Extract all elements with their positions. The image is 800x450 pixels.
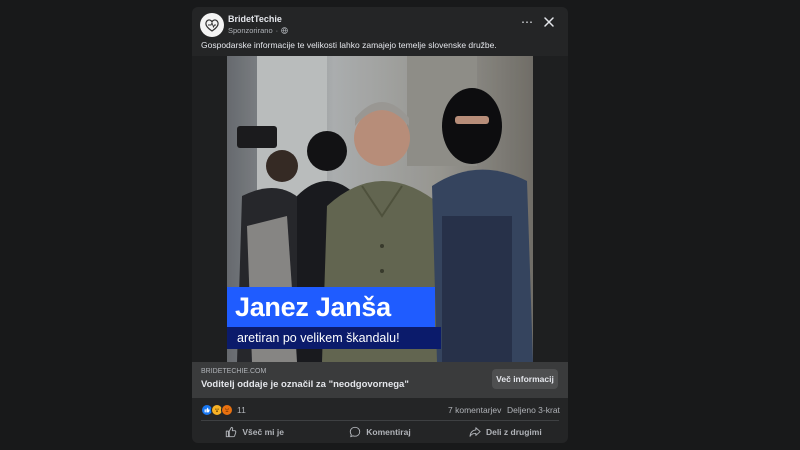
angry-icon: [221, 404, 233, 416]
post-stats: 11 7 komentarjev Deljeno 3-krat: [192, 400, 568, 418]
post-actions: Všeč mi je Komentiraj Deli z drugimi: [192, 421, 568, 443]
heart-logo-icon: [205, 19, 219, 32]
more-options-icon[interactable]: ⋯: [521, 16, 534, 28]
like-button[interactable]: Všeč mi je: [192, 421, 317, 443]
subheadline-banner: aretiran po velikem škandalu!: [227, 327, 441, 349]
globe-icon: [281, 27, 288, 34]
learn-more-button[interactable]: Več informacij: [492, 369, 558, 389]
meta-separator: ·: [275, 26, 279, 35]
link-preview[interactable]: BRIDETECHIE.COM Voditelj oddaje je označ…: [192, 362, 568, 398]
headline-text: Janez Janša: [235, 291, 391, 322]
sponsored-post: BridetTechie Sponzorirano · ⋯ Gospodarsk…: [192, 7, 568, 443]
page-avatar[interactable]: [200, 13, 224, 37]
share-count[interactable]: Deljeno 3-krat: [507, 405, 560, 415]
link-title[interactable]: Voditelj oddaje je označil za "neodgovor…: [201, 379, 409, 390]
news-photo[interactable]: Janez Janša aretiran po velikem škandalu…: [227, 56, 533, 362]
comment-button[interactable]: Komentiraj: [317, 421, 442, 443]
post-meta: Sponzorirano ·: [228, 26, 288, 35]
reaction-count: 11: [237, 405, 246, 415]
post-header: BridetTechie Sponzorirano · ⋯: [192, 7, 568, 41]
close-icon[interactable]: [542, 15, 556, 29]
sponsored-label[interactable]: Sponzorirano: [228, 26, 273, 35]
reactions-summary[interactable]: 11: [201, 404, 246, 416]
link-domain: BRIDETECHIE.COM: [201, 368, 267, 375]
like-label: Všeč mi je: [242, 427, 284, 437]
share-button[interactable]: Deli z drugimi: [443, 421, 568, 443]
comment-count[interactable]: 7 komentarjev: [448, 405, 501, 415]
post-caption: Gospodarske informacije te velikosti lah…: [201, 40, 497, 50]
subheadline-text: aretiran po velikem škandalu!: [237, 331, 400, 345]
share-arrow-icon: [469, 427, 481, 437]
thumbs-up-icon: [226, 426, 237, 438]
post-media[interactable]: Janez Janša aretiran po velikem škandalu…: [192, 56, 568, 362]
comment-label: Komentiraj: [366, 427, 411, 437]
comment-icon: [350, 426, 361, 438]
headline-banner: Janez Janša: [227, 287, 435, 327]
page-name[interactable]: BridetTechie: [228, 14, 282, 24]
share-label: Deli z drugimi: [485, 427, 542, 437]
